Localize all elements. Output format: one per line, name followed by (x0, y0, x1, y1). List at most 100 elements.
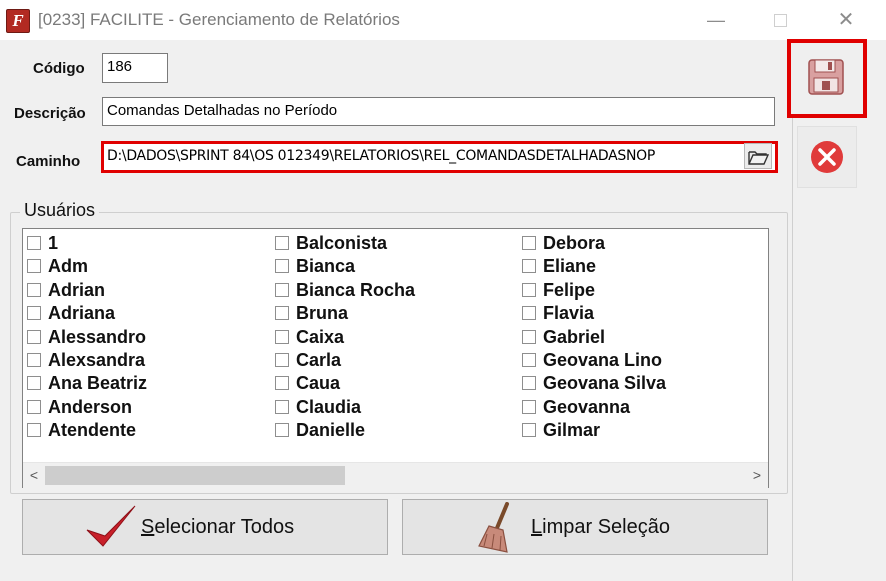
checkbox[interactable] (522, 423, 536, 438)
user-name: Bruna (296, 303, 349, 324)
checkbox[interactable] (275, 376, 289, 391)
users-checklist[interactable]: 1 Adm Adrian Adriana Alessandro Alexsandra Ana… (22, 228, 769, 488)
toolbar-panel (792, 40, 886, 581)
user-name: Bianca Rocha (296, 279, 416, 300)
checkbox[interactable] (522, 306, 536, 321)
user-checkbox-item[interactable]: Gilmar (522, 419, 600, 442)
user-checkbox-item[interactable]: Adm (27, 255, 88, 278)
user-name: Adm (48, 256, 88, 277)
user-checkbox-item[interactable]: Gabriel (522, 326, 605, 349)
scroll-left-button[interactable]: < (23, 463, 45, 488)
checkbox[interactable] (522, 236, 536, 250)
cancel-button[interactable] (797, 126, 857, 188)
window-title: [0233] FACILITE - Gerenciamento de Relat… (38, 10, 400, 29)
checkbox[interactable] (27, 306, 41, 321)
codigo-input[interactable]: 186 (102, 53, 168, 83)
checkbox[interactable] (522, 376, 536, 391)
user-checkbox-item[interactable]: Ana Beatriz (27, 372, 147, 395)
user-name: Debora (543, 233, 606, 253)
checkbox[interactable] (275, 236, 289, 250)
caminho-label: Caminho (16, 153, 81, 170)
user-checkbox-item[interactable]: Danielle (275, 419, 365, 442)
user-checkbox-item[interactable]: Felipe (522, 279, 595, 302)
user-name: Claudia (296, 396, 362, 417)
user-name: Felipe (543, 279, 596, 300)
user-checkbox-item[interactable]: Bruna (275, 302, 348, 325)
checkbox[interactable] (275, 282, 289, 297)
checkbox[interactable] (27, 259, 41, 274)
clear-selection-button[interactable]: Limpar Seleção (402, 499, 768, 555)
select-all-button[interactable]: Selecionar Todos (22, 499, 388, 555)
user-checkbox-item[interactable]: Debora (522, 232, 605, 255)
descricao-input[interactable]: Comandas Detalhadas no Período (102, 97, 775, 126)
user-checkbox-item[interactable]: Flavia (522, 302, 594, 325)
user-checkbox-item[interactable]: Bianca Rocha (275, 279, 415, 302)
checkbox[interactable] (275, 423, 289, 438)
clear-mnemonic: L (531, 516, 543, 538)
clear-selection-label: Limpar Seleção (531, 516, 670, 539)
scroll-right-button[interactable]: > (746, 463, 768, 488)
user-name: Geovanna (543, 396, 631, 417)
caminho-input[interactable]: D:\DADOS\SPRINT 84\OS 012349\RELATORIOS\… (101, 141, 778, 173)
close-window-button[interactable]: ✕ (823, 6, 869, 34)
user-checkbox-item[interactable]: Geovana Lino (522, 349, 662, 372)
user-name: Eliane (543, 256, 597, 277)
checkbox[interactable] (522, 329, 536, 344)
user-checkbox-item[interactable]: Eliane (522, 255, 596, 278)
user-checkbox-item[interactable]: Alessandro (27, 326, 146, 349)
user-checkbox-item[interactable]: Anderson (27, 396, 132, 419)
user-name: Gabriel (543, 326, 606, 347)
user-name: Geovana Lino (543, 350, 663, 370)
checkbox[interactable] (27, 282, 41, 297)
select-all-mnemonic: S (141, 516, 155, 538)
maximize-button[interactable] (757, 6, 803, 34)
user-name: Adrian (48, 279, 106, 300)
user-checkbox-item[interactable]: Geovana Silva (522, 372, 666, 395)
user-checkbox-item[interactable]: Caua (275, 372, 340, 395)
codigo-label: Código (33, 60, 85, 77)
user-checkbox-item[interactable]: Carla (275, 349, 341, 372)
user-name: Ana Beatriz (48, 373, 148, 394)
scroll-thumb[interactable] (45, 466, 345, 485)
user-checkbox-item[interactable]: Adriana (27, 302, 115, 325)
user-name: Caixa (296, 326, 345, 347)
checkbox[interactable] (522, 399, 536, 414)
checkbox[interactable] (27, 376, 41, 391)
user-name: Anderson (48, 396, 133, 417)
checkbox[interactable] (27, 329, 41, 344)
user-checkbox-item[interactable]: Alexsandra (27, 349, 145, 372)
checkbox[interactable] (522, 353, 536, 367)
user-name: Carla (296, 350, 342, 370)
checkbox[interactable] (275, 259, 289, 274)
checkbox[interactable] (275, 353, 289, 367)
checkbox[interactable] (275, 399, 289, 414)
users-group-title: Usuários (20, 200, 100, 221)
save-button[interactable] (797, 46, 857, 110)
descricao-label: Descrição (14, 105, 86, 122)
user-checkbox-item[interactable]: Balconista (275, 232, 387, 255)
checkbox[interactable] (275, 329, 289, 344)
user-checkbox-item[interactable]: Caixa (275, 326, 344, 349)
user-checkbox-item[interactable]: Claudia (275, 396, 361, 419)
minimize-button[interactable]: — (693, 6, 739, 34)
floppy-disk-icon (808, 59, 844, 95)
checkbox[interactable] (522, 259, 536, 274)
checkbox[interactable] (27, 399, 41, 414)
user-checkbox-item[interactable]: Bianca (275, 255, 355, 278)
user-checkbox-item[interactable]: Atendente (27, 419, 136, 442)
user-checkbox-item[interactable]: Adrian (27, 279, 105, 302)
checkbox[interactable] (275, 306, 289, 321)
checkmark-icon (86, 505, 136, 547)
checkbox[interactable] (27, 236, 41, 250)
user-name: Danielle (296, 420, 366, 441)
user-name: Bianca (296, 256, 356, 277)
user-checkbox-item[interactable]: 1 (27, 232, 58, 255)
user-name: Balconista (296, 233, 388, 253)
checkbox[interactable] (522, 282, 536, 297)
horizontal-scrollbar[interactable]: < > (23, 462, 768, 488)
user-name: Geovana Silva (543, 373, 667, 394)
checkbox[interactable] (27, 423, 41, 438)
browse-folder-button[interactable] (744, 143, 772, 169)
checkbox[interactable] (27, 353, 41, 367)
user-checkbox-item[interactable]: Geovanna (522, 396, 630, 419)
